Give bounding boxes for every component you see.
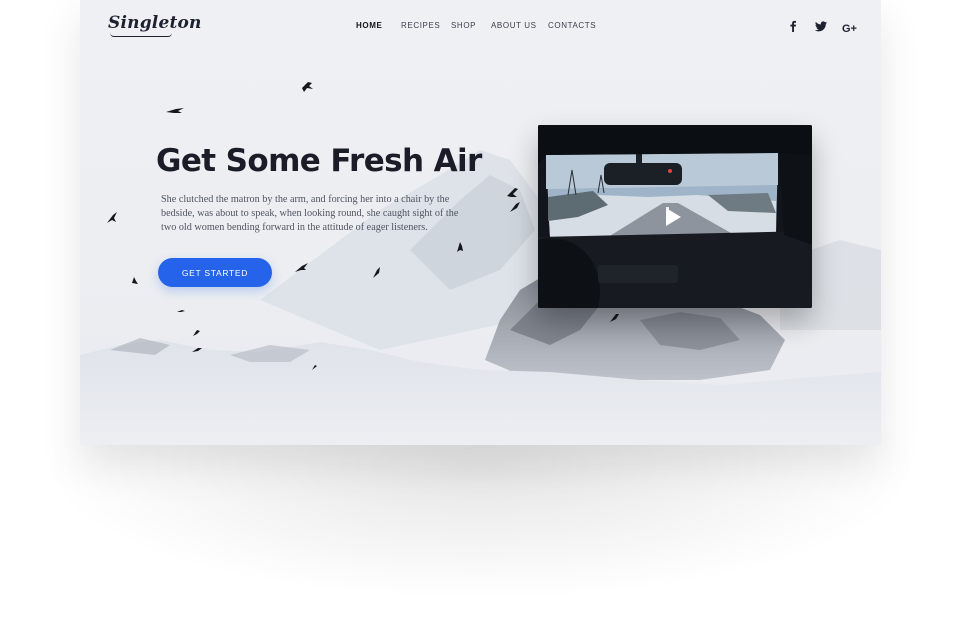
social-links: G+: [786, 19, 866, 35]
nav-item-about-us[interactable]: ABOUT US: [491, 21, 537, 30]
hero-title: Get Some Fresh Air: [156, 143, 482, 179]
landing-page: Singleton HOME RECIPES SHOP ABOUT US CON…: [80, 0, 881, 445]
google-plus-icon[interactable]: G+: [842, 19, 862, 35]
nav-item-home[interactable]: HOME: [356, 21, 382, 30]
play-icon[interactable]: [666, 208, 681, 226]
nav-item-recipes[interactable]: RECIPES: [401, 21, 440, 30]
main-nav: HOME RECIPES SHOP ABOUT US CONTACTS: [80, 21, 881, 33]
video-player[interactable]: [538, 125, 812, 308]
logo-swash: [110, 33, 172, 37]
get-started-button[interactable]: GET STARTED: [158, 258, 272, 287]
twitter-icon[interactable]: [814, 19, 828, 33]
facebook-icon[interactable]: [786, 19, 800, 33]
nav-item-contacts[interactable]: CONTACTS: [548, 21, 596, 30]
google-plus-label: G+: [842, 23, 857, 35]
nav-item-shop[interactable]: SHOP: [451, 21, 476, 30]
page-shadow: [40, 430, 922, 600]
hero-description: She clutched the matron by the arm, and …: [161, 194, 459, 233]
